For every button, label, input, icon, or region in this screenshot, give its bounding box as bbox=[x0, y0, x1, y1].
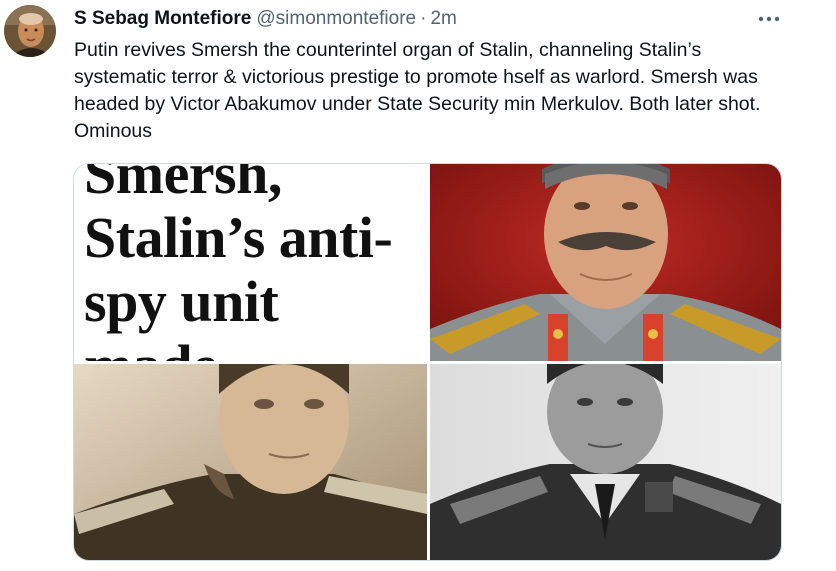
article-headline: Smersh, Stalin’s anti- spy unit made bbox=[84, 164, 424, 361]
portrait-photo-icon bbox=[74, 364, 427, 560]
author-avatar[interactable] bbox=[4, 5, 56, 57]
media-stalin-portrait[interactable] bbox=[430, 164, 781, 361]
avatar-photo-icon bbox=[4, 5, 56, 57]
portrait-photo-icon bbox=[430, 364, 781, 560]
headline-line: spy unit bbox=[84, 269, 279, 334]
media-article-headline[interactable]: Smersh, Stalin’s anti- spy unit made bbox=[74, 164, 427, 361]
more-options-button[interactable] bbox=[754, 6, 784, 32]
headline-line: made bbox=[84, 334, 424, 362]
tweet-text: Putin revives Smersh the counterintel or… bbox=[74, 39, 761, 142]
portrait-photo-icon bbox=[430, 164, 781, 361]
author-handle[interactable]: @simonmontefiore bbox=[256, 8, 416, 30]
separator-dot: · bbox=[420, 8, 427, 29]
more-horizontal-icon bbox=[758, 16, 780, 22]
headline-line: Stalin’s anti- bbox=[84, 205, 393, 270]
tweet[interactable]: S Sebag Montefiore @simonmontefiore · 2m… bbox=[0, 0, 836, 571]
tweet-header: S Sebag Montefiore @simonmontefiore · 2m bbox=[74, 8, 457, 30]
media-bw-portrait[interactable] bbox=[430, 364, 781, 560]
media-grid: Smersh, Stalin’s anti- spy unit made bbox=[73, 163, 782, 561]
timestamp[interactable]: 2m bbox=[430, 8, 456, 30]
media-sepia-portrait[interactable] bbox=[74, 364, 427, 560]
headline-line: Smersh, bbox=[84, 164, 282, 206]
author-name[interactable]: S Sebag Montefiore bbox=[74, 8, 251, 30]
